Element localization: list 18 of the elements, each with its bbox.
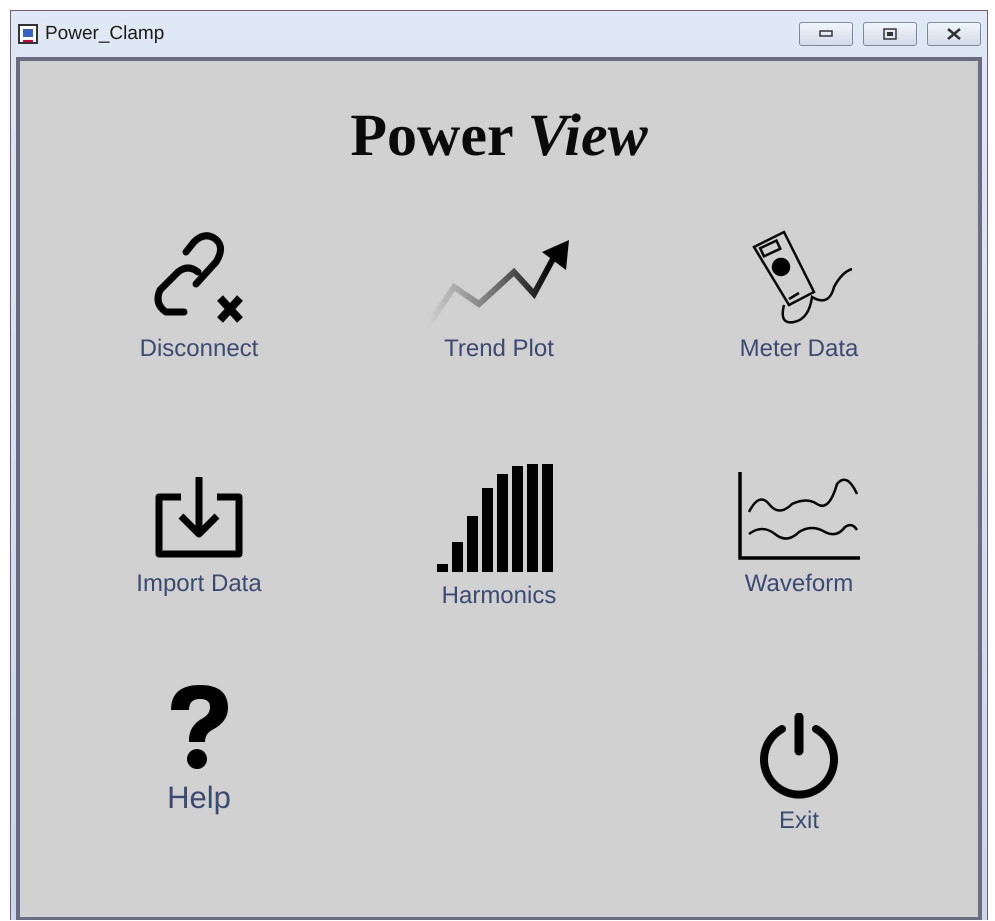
menu-tile-button[interactable]: Meter Data	[734, 227, 864, 363]
maximize-button[interactable]	[863, 22, 917, 46]
menu-tile-button[interactable]: Harmonics	[436, 462, 562, 610]
menu-tile-button[interactable]: Disconnect	[140, 227, 258, 363]
restore-icon	[883, 28, 897, 40]
menu-tile-button[interactable]: Trend Plot	[424, 227, 574, 363]
menu-tile-button[interactable]: Waveform	[736, 462, 862, 598]
menu-tile-button[interactable]: Exit	[756, 699, 842, 835]
menu-tile-button[interactable]: Help	[166, 677, 232, 816]
app-icon	[17, 23, 39, 45]
close-icon	[946, 28, 962, 40]
app-logo-heading: Power View	[350, 105, 648, 165]
window-title: Power_Clamp	[45, 23, 166, 45]
minimize-icon	[819, 30, 833, 38]
close-button[interactable]	[927, 22, 981, 46]
menu-tile-button[interactable]: Import Data	[136, 462, 262, 598]
waveform-chart-icon	[736, 472, 862, 562]
minimize-button[interactable]	[799, 22, 853, 46]
